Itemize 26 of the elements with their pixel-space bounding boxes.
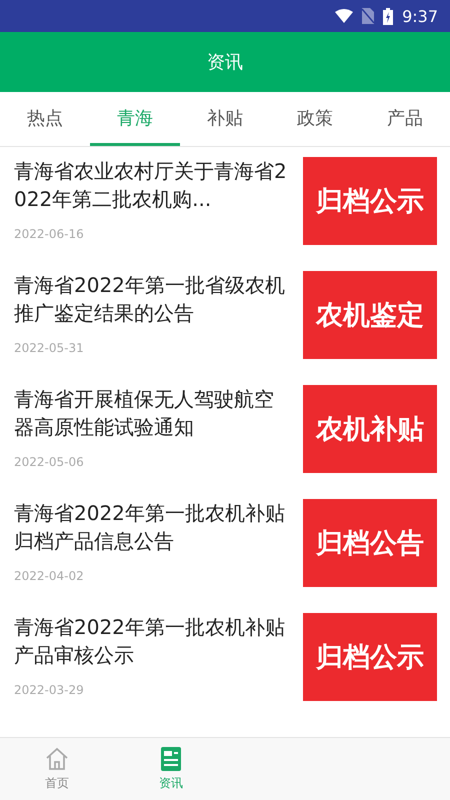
wifi-icon	[335, 9, 354, 23]
header-title: 资讯	[207, 51, 243, 74]
thumbnail-banner[interactable]: 农机鉴定	[303, 271, 437, 359]
article-title[interactable]: 青海省农业农村厅关于青海省2022年第二批农机购...	[14, 157, 287, 213]
home-icon	[44, 746, 70, 772]
category-tab[interactable]: 政策	[270, 92, 360, 146]
category-tab[interactable]: 补贴	[180, 92, 270, 146]
article-date: 2022-05-31	[14, 341, 85, 355]
article-title[interactable]: 青海省2022年第一批省级农机推广鉴定结果的公告	[14, 271, 287, 327]
article-title[interactable]: 青海省2022年第一批农机补贴产品审核公示	[14, 613, 287, 669]
article-date: 2022-05-06	[14, 455, 85, 469]
no-sim-icon	[362, 8, 374, 24]
article-date: 2022-06-16	[14, 227, 85, 241]
article-title[interactable]: 青海省开展植保无人驾驶航空器高原性能试验通知	[14, 385, 287, 441]
thumbnail-banner[interactable]: 归档公示	[303, 613, 437, 701]
thumbnail-banner[interactable]: 归档公告	[303, 499, 437, 587]
thumbnail-banner[interactable]: 归档公示	[303, 157, 437, 245]
clock: 9:37	[402, 6, 438, 26]
article-date: 2022-03-29	[14, 683, 85, 697]
thumbnail-banner[interactable]: 农机补贴	[303, 385, 437, 473]
category-tab[interactable]: 热点	[0, 92, 90, 146]
news-icon	[160, 746, 182, 772]
battery-icon	[383, 8, 394, 24]
category-tab[interactable]: 产品	[360, 92, 450, 146]
article-title[interactable]: 青海省2022年第一批农机补贴归档产品信息公告	[14, 499, 287, 555]
article-date: 2022-04-02	[14, 569, 85, 583]
